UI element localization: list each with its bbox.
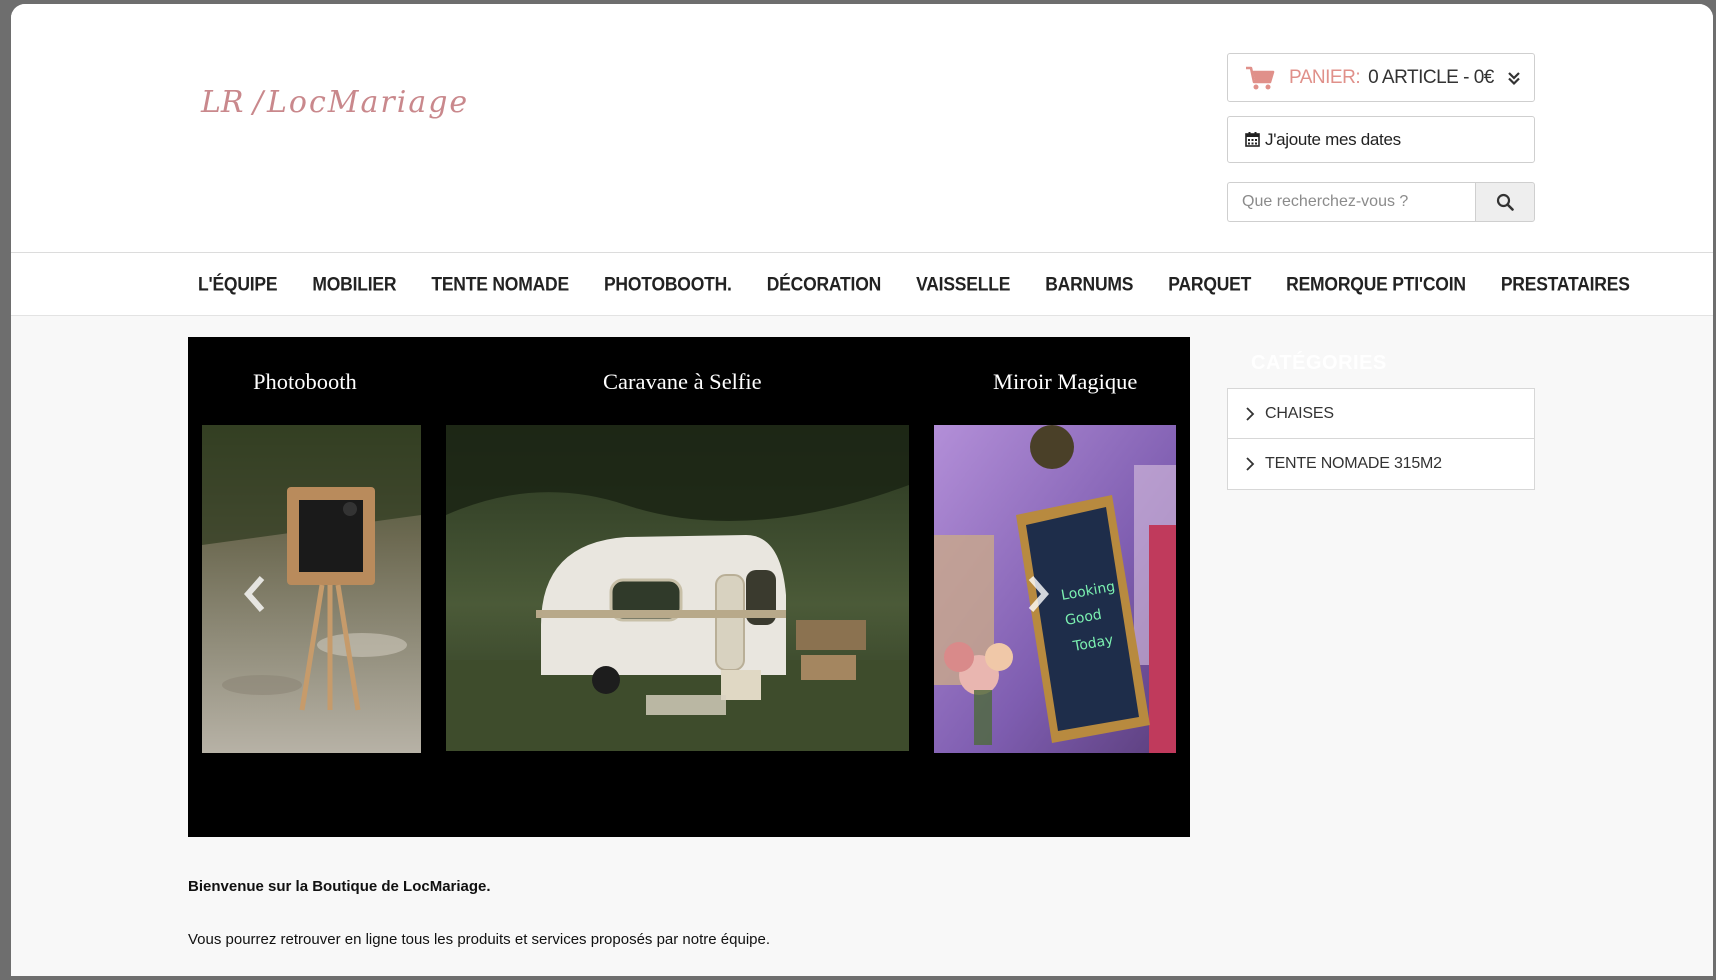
cart-summary: 0 ARTICLE - 0€ (1368, 66, 1494, 88)
slide-title-caravane: Caravane à Selfie (603, 369, 762, 394)
logo-slash: / (250, 85, 266, 120)
categories-list: CHAISES TENTE NOMADE 315M2 (1227, 388, 1535, 490)
slide-title-miroir: Miroir Magique (993, 369, 1138, 394)
category-tente-nomade[interactable]: TENTE NOMADE 315M2 (1228, 439, 1534, 489)
site-header: LR / LocMariage PANIER: 0 ARTICLE - 0€ J… (11, 4, 1713, 253)
nav-item-parquet[interactable]: PARQUET (1168, 272, 1251, 296)
nav-item-decoration[interactable]: DÉCORATION (767, 272, 882, 296)
chevron-right-icon[interactable] (1024, 574, 1052, 614)
nav-item-remorque[interactable]: REMORQUE PTI'COIN (1286, 272, 1466, 296)
chevron-right-icon (1246, 406, 1255, 421)
logo-initials: LR (200, 85, 244, 120)
browser-window: LR / LocMariage PANIER: 0 ARTICLE - 0€ J… (11, 4, 1713, 976)
slide-title-photobooth: Photobooth (253, 369, 357, 394)
chevron-left-icon[interactable] (241, 574, 269, 614)
main-nav: L'ÉQUIPE MOBILIER TENTE NOMADE PHOTOBOOT… (11, 253, 1713, 316)
search-button[interactable] (1475, 182, 1535, 222)
categories-title: CATÉGORIES (1251, 352, 1387, 374)
cart-button[interactable]: PANIER: 0 ARTICLE - 0€ (1227, 53, 1535, 102)
double-chevron-down-icon[interactable] (1506, 70, 1522, 86)
nav-item-prestataires[interactable]: PRESTATAIRES (1501, 272, 1630, 296)
cart-icon (1246, 66, 1275, 89)
nav-item-photobooth[interactable]: PHOTOBOOTH. (604, 272, 732, 296)
nav-item-mobilier[interactable]: MOBILIER (312, 272, 396, 296)
hero-carousel[interactable]: Photobooth Caravane à Selfie Miroir Magi… (188, 337, 1190, 837)
add-dates-label: J'ajoute mes dates (1265, 129, 1401, 149)
miroir-image[interactable]: Looking Good Today (934, 425, 1176, 753)
nav-item-equipe[interactable]: L'ÉQUIPE (198, 272, 278, 296)
chevron-right-icon (1246, 457, 1255, 471)
category-label: TENTE NOMADE 315M2 (1265, 455, 1442, 472)
caravane-image[interactable] (446, 425, 909, 751)
search-bar (1227, 182, 1535, 222)
add-dates-button[interactable]: J'ajoute mes dates (1227, 116, 1535, 163)
search-icon (1496, 193, 1514, 211)
photobooth-image[interactable] (202, 425, 421, 753)
welcome-text: Bienvenue sur la Boutique de LocMariage. (188, 878, 491, 895)
site-logo[interactable]: LR / LocMariage (200, 74, 501, 154)
search-input[interactable] (1227, 182, 1475, 222)
nav-item-vaisselle[interactable]: VAISSELLE (916, 272, 1010, 296)
cart-label: PANIER: (1289, 66, 1361, 88)
category-label: CHAISES (1265, 404, 1334, 422)
nav-item-barnums[interactable]: BARNUMS (1045, 272, 1133, 296)
nav-item-tente-nomade[interactable]: TENTE NOMADE (431, 272, 569, 296)
intro-text: Vous pourrez retrouver en ligne tous les… (188, 931, 770, 948)
logo-text: LocMariage (266, 85, 469, 120)
calendar-icon (1245, 132, 1260, 147)
category-chaises[interactable]: CHAISES (1228, 389, 1534, 439)
